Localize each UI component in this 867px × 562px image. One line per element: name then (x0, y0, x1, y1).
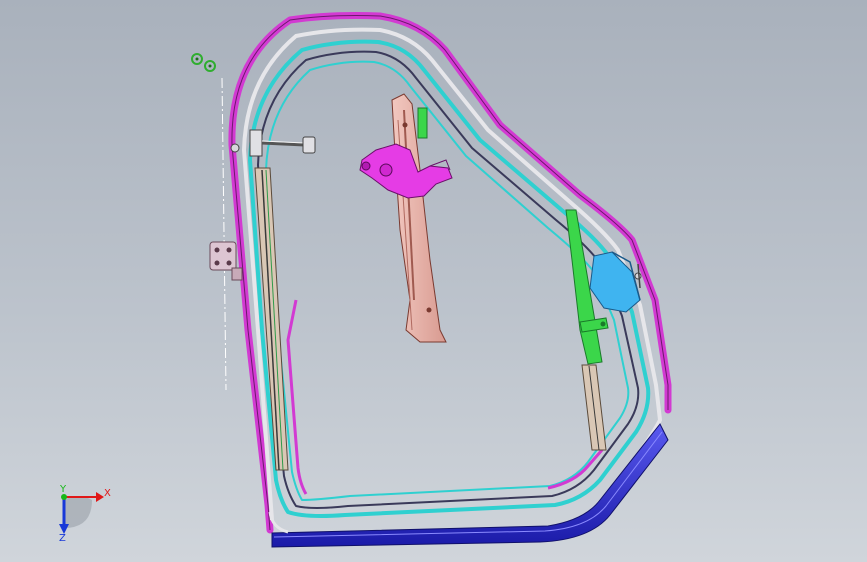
reference-centerline (221, 77, 227, 391)
motor-housing[interactable] (359, 143, 453, 199)
hinge-stud (231, 267, 243, 281)
x-axis-label: X (104, 488, 111, 499)
hinge-bolt-1 (214, 247, 220, 253)
door-frame-assembly[interactable]: X Y Z (0, 0, 867, 562)
glass-run-channel-outer[interactable] (248, 39, 651, 518)
rear-bracket[interactable] (589, 251, 642, 313)
regulator-motor[interactable] (359, 143, 453, 199)
regulator-hole-top (402, 122, 408, 128)
hinge-bolt-2 (226, 247, 232, 253)
lower-belt-rail[interactable] (271, 423, 669, 548)
latch-head (302, 136, 316, 154)
z-axis-label: Z (59, 533, 66, 544)
regulator-green-clip (417, 107, 428, 139)
window-regulator[interactable] (391, 93, 447, 343)
triad-shadow (64, 496, 92, 528)
motor-gear (379, 163, 393, 177)
y-axis-label: Y (59, 484, 67, 495)
rear-bracket-body[interactable] (589, 251, 641, 313)
motor-shaft (361, 161, 371, 171)
fastener-washers[interactable] (191, 53, 216, 72)
hinge-bolt-4 (226, 260, 232, 266)
regulator-hole-bottom (426, 307, 432, 313)
x-axis-arrow (96, 492, 104, 502)
washer-1-hole (195, 57, 199, 61)
axis-triad: X Y Z (59, 484, 111, 544)
latch-rod (261, 141, 306, 147)
rear-bracket-bolt (634, 272, 642, 280)
washer-2-hole (208, 64, 212, 68)
rear-guide-bolt (600, 321, 606, 327)
hinge-bracket[interactable] (209, 241, 243, 281)
cad-viewport[interactable]: X Y Z (0, 0, 867, 562)
latch-pivot (230, 143, 240, 153)
hinge-bolt-3 (214, 260, 220, 266)
latch-base (249, 129, 263, 157)
hinge-plate (209, 241, 237, 271)
